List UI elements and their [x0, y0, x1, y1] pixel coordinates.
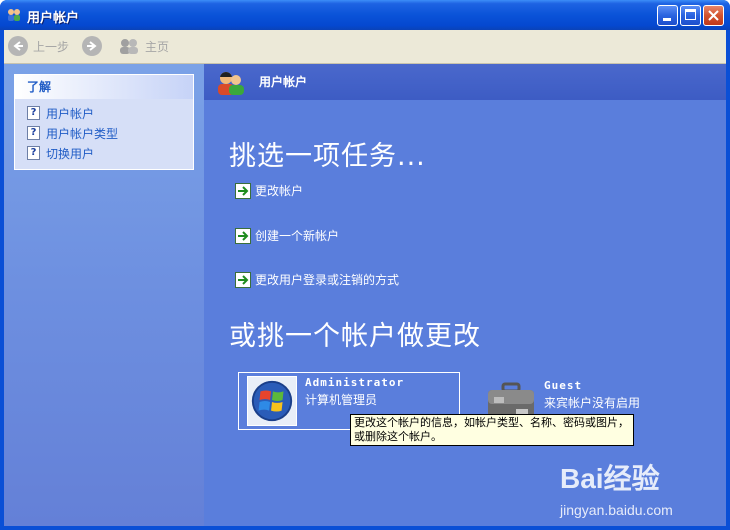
side-task-pane: 了解 ? 用户帐户 ? 用户帐户类型 ? 切换用户	[4, 64, 204, 526]
learn-item-label: 切换用户	[46, 146, 95, 161]
pick-account-heading: 或挑一个帐户做更改	[229, 321, 481, 352]
window-title: 用户帐户	[27, 11, 80, 26]
user-accounts-icon	[218, 71, 244, 95]
back-arrow-icon	[8, 36, 28, 56]
forward-button[interactable]	[82, 35, 107, 57]
help-icon: ?	[27, 106, 40, 120]
learn-item-switch-users[interactable]: ? 切换用户	[15, 143, 193, 163]
task-change-account[interactable]: 更改帐户	[235, 182, 303, 199]
minimize-button[interactable]	[657, 5, 678, 26]
back-label: 上一步	[33, 39, 70, 54]
green-arrow-icon	[235, 271, 251, 288]
task-label: 创建一个新帐户	[255, 229, 340, 243]
windows-logo-icon	[247, 376, 297, 426]
task-change-logon[interactable]: 更改用户登录或注销的方式	[235, 271, 399, 288]
green-arrow-icon	[235, 227, 251, 244]
home-button[interactable]: 主页	[117, 35, 169, 57]
learn-item-label: 用户帐户	[46, 106, 95, 121]
task-label: 更改帐户	[255, 184, 304, 198]
baidu-watermark: Bai经验 jingyan.baidu.com	[560, 452, 730, 524]
green-arrow-icon	[235, 182, 251, 199]
page-header: 用户帐户	[204, 64, 726, 100]
home-users-icon	[120, 39, 138, 54]
title-bar[interactable]: 用户帐户	[0, 0, 730, 30]
forward-arrow-icon	[82, 36, 102, 56]
help-icon: ?	[27, 126, 40, 140]
account-type: 计算机管理员	[305, 393, 378, 407]
page-title: 用户帐户	[259, 75, 308, 89]
tooltip: 更改这个帐户的信息，如帐户类型、名称、密码或图片，或删除这个帐户。	[350, 414, 634, 446]
close-icon	[708, 10, 719, 21]
window: 用户帐户 上一步 主页 了解 ? 用户帐户 ? 用户帐户类型 ? 切换用户 用户…	[0, 0, 730, 530]
account-name: Administrator	[305, 376, 405, 389]
maximize-button[interactable]	[680, 5, 701, 26]
users-icon	[8, 9, 20, 21]
learn-item-user-accounts[interactable]: ? 用户帐户	[15, 103, 193, 123]
learn-about-box: 了解 ? 用户帐户 ? 用户帐户类型 ? 切换用户	[14, 74, 194, 170]
baidu-paw-logo-icon: Bai经验	[560, 462, 660, 494]
help-icon: ?	[27, 146, 40, 160]
learn-item-label: 用户帐户类型	[46, 126, 119, 141]
maximize-icon	[685, 9, 696, 20]
pick-task-heading: 挑选一项任务...	[229, 141, 426, 172]
task-label: 更改用户登录或注销的方式	[255, 273, 400, 287]
home-label: 主页	[145, 39, 170, 54]
task-create-account[interactable]: 创建一个新帐户	[235, 227, 339, 244]
watermark-url: jingyan.baidu.com	[560, 502, 673, 518]
learn-about-heading: 了解	[15, 75, 193, 99]
account-name: Guest	[544, 379, 583, 392]
close-button[interactable]	[703, 5, 724, 26]
back-button[interactable]: 上一步	[8, 35, 69, 57]
toolbar: 上一步 主页	[4, 30, 726, 64]
watermark-brand: Bai经验	[560, 462, 660, 494]
learn-item-account-types[interactable]: ? 用户帐户类型	[15, 123, 193, 143]
minimize-icon	[663, 18, 671, 21]
account-type: 来宾帐户没有启用	[544, 396, 641, 410]
